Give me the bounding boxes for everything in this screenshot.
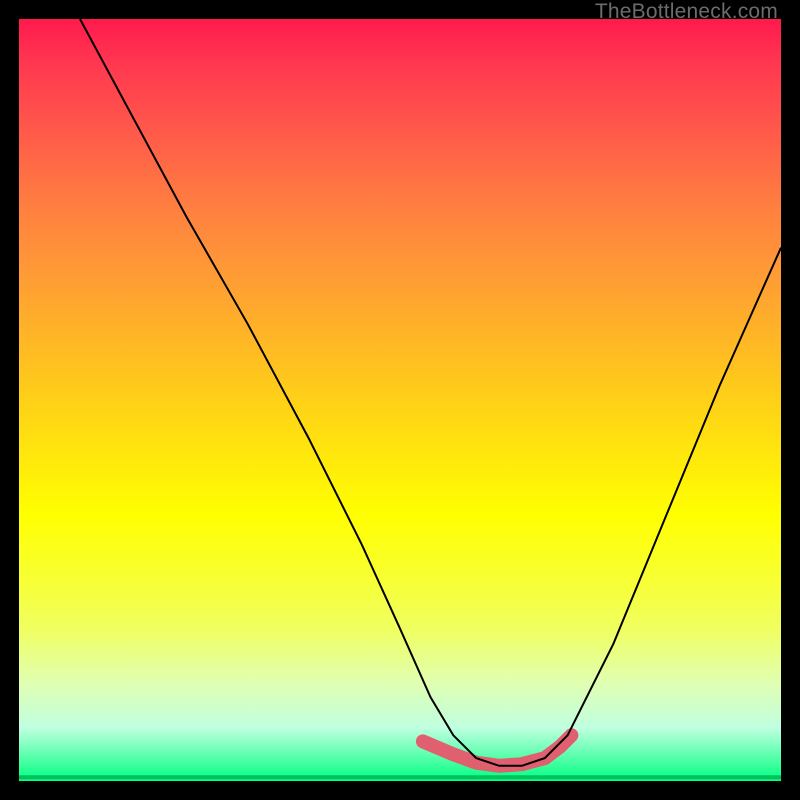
chart-svg <box>19 19 781 781</box>
plot-area <box>19 19 781 781</box>
watermark-text: TheBottleneck.com <box>595 0 778 24</box>
highlight-pink <box>423 735 572 766</box>
curve-line <box>80 19 781 766</box>
